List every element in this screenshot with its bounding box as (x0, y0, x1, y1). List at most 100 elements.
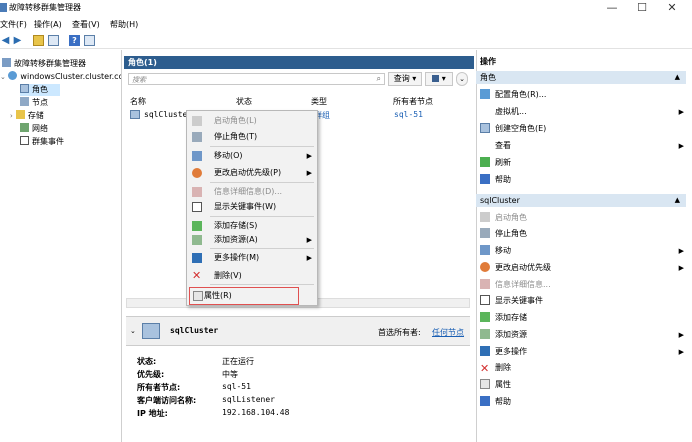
actions-section-sqlcluster[interactable]: sqlCluster ▲ (476, 194, 686, 207)
tree-root[interactable]: 故障转移群集管理器 (2, 58, 86, 70)
detail-label-owner: 所有者节点: (137, 383, 181, 392)
add-storage-icon (192, 221, 202, 231)
menu-file[interactable]: 文件(F) (0, 19, 27, 30)
title-bar: 故障转移群集管理器 — ☐ ✕ (0, 0, 692, 16)
tree-item-storage[interactable]: › 存储 (10, 110, 44, 122)
empty-role-icon (480, 123, 490, 133)
search-input[interactable]: 搜索 ⌕ (128, 73, 385, 85)
action-help[interactable]: 帮助 (480, 173, 686, 187)
back-arrow-icon[interactable]: ◀ (0, 35, 11, 46)
action-add-resource[interactable]: 添加资源 ▶ (480, 328, 686, 342)
folder-up-icon[interactable] (33, 35, 44, 46)
action-configure-role[interactable]: 配置角色(R)... (480, 88, 686, 102)
ctx-delete[interactable]: ✕ 删除(V) (188, 268, 316, 284)
help-icon (480, 174, 490, 184)
actions-section-roles[interactable]: 角色 ▲ (476, 71, 686, 84)
action-add-storage[interactable]: 添加存储 (480, 311, 686, 325)
ctx-move[interactable]: 移动(O) ▶ (188, 148, 316, 164)
ctx-show-events[interactable]: 显示关键事件(W) (188, 199, 316, 215)
detail-value-ip: 192.168.104.48 (222, 408, 290, 417)
blank-icon (480, 140, 490, 150)
action-view[interactable]: 查看 ▶ (480, 139, 686, 153)
action-help-2[interactable]: 帮助 (480, 395, 686, 409)
forward-arrow-icon[interactable]: ▶ (12, 35, 23, 46)
tree-cluster[interactable]: ⌄ windowsCluster.cluster.cc (0, 71, 121, 83)
ctx-add-resource[interactable]: 添加资源(A) ▶ (188, 232, 316, 248)
role-icon (130, 110, 140, 119)
tree-item-events[interactable]: 群集事件 (20, 136, 64, 148)
action-show-events[interactable]: 显示关键事件 (480, 294, 686, 308)
detail-value-status: 正在运行 (222, 357, 254, 366)
menu-help[interactable]: 帮助(H) (110, 19, 138, 30)
delete-icon: ✕ (192, 269, 202, 282)
column-status[interactable]: 状态 (236, 96, 252, 107)
properties-icon (480, 379, 490, 389)
save-query-button[interactable]: ▾ (425, 72, 453, 86)
console-tree-icon[interactable] (48, 35, 59, 46)
action-stop-role[interactable]: 停止角色 (480, 227, 686, 241)
action-pane-icon[interactable] (84, 35, 95, 46)
help-icon[interactable]: ? (69, 35, 80, 46)
collapse-button[interactable]: ⌄ (456, 72, 468, 86)
cluster-manager-icon (2, 58, 11, 67)
detail-label-priority: 优先级: (137, 370, 165, 379)
tree-item-roles[interactable]: 角色 (20, 84, 60, 96)
more-actions-icon (192, 253, 202, 263)
properties-icon (193, 291, 203, 301)
action-change-priority[interactable]: 更改启动优先级 ▶ (480, 261, 686, 275)
cluster-icon (8, 71, 18, 80)
minimize-button[interactable]: — (597, 0, 627, 16)
action-refresh[interactable]: 刷新 (480, 156, 686, 170)
column-type[interactable]: 类型 (311, 96, 327, 107)
ctx-start-role[interactable]: 启动角色(L) (188, 113, 316, 129)
menu-bar: 文件(F) 操作(A) 查看(V) 帮助(H) (0, 17, 692, 31)
priority-icon (192, 168, 202, 178)
move-icon (192, 151, 202, 161)
menu-action[interactable]: 操作(A) (34, 19, 62, 30)
roles-icon (20, 84, 29, 93)
roles-header: 角色(1) (124, 56, 474, 69)
ctx-separator (210, 216, 314, 217)
ctx-more-actions[interactable]: 更多操作(M) ▶ (188, 250, 316, 266)
ctx-stop-role[interactable]: 停止角色(T) (188, 129, 316, 145)
events-icon (192, 202, 202, 212)
save-icon (432, 75, 440, 82)
window-title: 故障转移群集管理器 (9, 3, 81, 12)
blank-icon (480, 106, 490, 116)
move-icon (480, 245, 490, 255)
info-details-icon (192, 187, 202, 197)
info-details-icon (480, 279, 490, 289)
action-delete[interactable]: ✕ 删除 (480, 361, 686, 375)
tree-item-nodes[interactable]: 节点 (20, 97, 48, 109)
column-name[interactable]: 名称 (130, 96, 146, 107)
action-start-role[interactable]: 启动角色 (480, 211, 686, 225)
action-information-details[interactable]: 信息详细信息... (480, 278, 686, 292)
preferred-owner-link[interactable]: 任何节点 (432, 327, 464, 338)
tree-item-networks[interactable]: 网络 (20, 123, 48, 135)
column-owner[interactable]: 所有者节点 (393, 96, 433, 107)
query-button[interactable]: 查询 ▾ (388, 72, 422, 86)
refresh-icon (480, 157, 490, 167)
close-button[interactable]: ✕ (657, 0, 687, 16)
search-icon: ⌕ (376, 74, 381, 83)
action-move[interactable]: 移动 ▶ (480, 244, 686, 258)
collapse-chevron-icon[interactable]: ⌄ (130, 327, 136, 335)
start-role-icon (192, 116, 202, 126)
add-resource-icon (192, 235, 202, 245)
configure-role-icon (480, 89, 490, 99)
ctx-properties[interactable]: 属性(R) (189, 287, 299, 305)
menu-view[interactable]: 查看(V) (72, 19, 100, 30)
detail-value-priority: 中等 (222, 370, 238, 379)
ctx-info-details[interactable]: 信息详细信息(D)... (188, 184, 316, 200)
ctx-separator (210, 284, 314, 285)
action-more-actions[interactable]: 更多操作 ▶ (480, 345, 686, 359)
detail-label-client-access: 客户端访问名称: (137, 396, 197, 405)
ctx-separator (210, 248, 314, 249)
action-create-empty-role[interactable]: 创建空角色(E) (480, 122, 686, 136)
action-virtual-machines[interactable]: 虚拟机... ▶ (480, 105, 686, 119)
action-properties[interactable]: 属性 (480, 378, 686, 392)
row-owner: sql-51 (394, 110, 423, 119)
maximize-button[interactable]: ☐ (627, 0, 657, 16)
ctx-change-priority[interactable]: 更改启动优先级(P) ▶ (188, 165, 316, 181)
add-storage-icon (480, 312, 490, 322)
